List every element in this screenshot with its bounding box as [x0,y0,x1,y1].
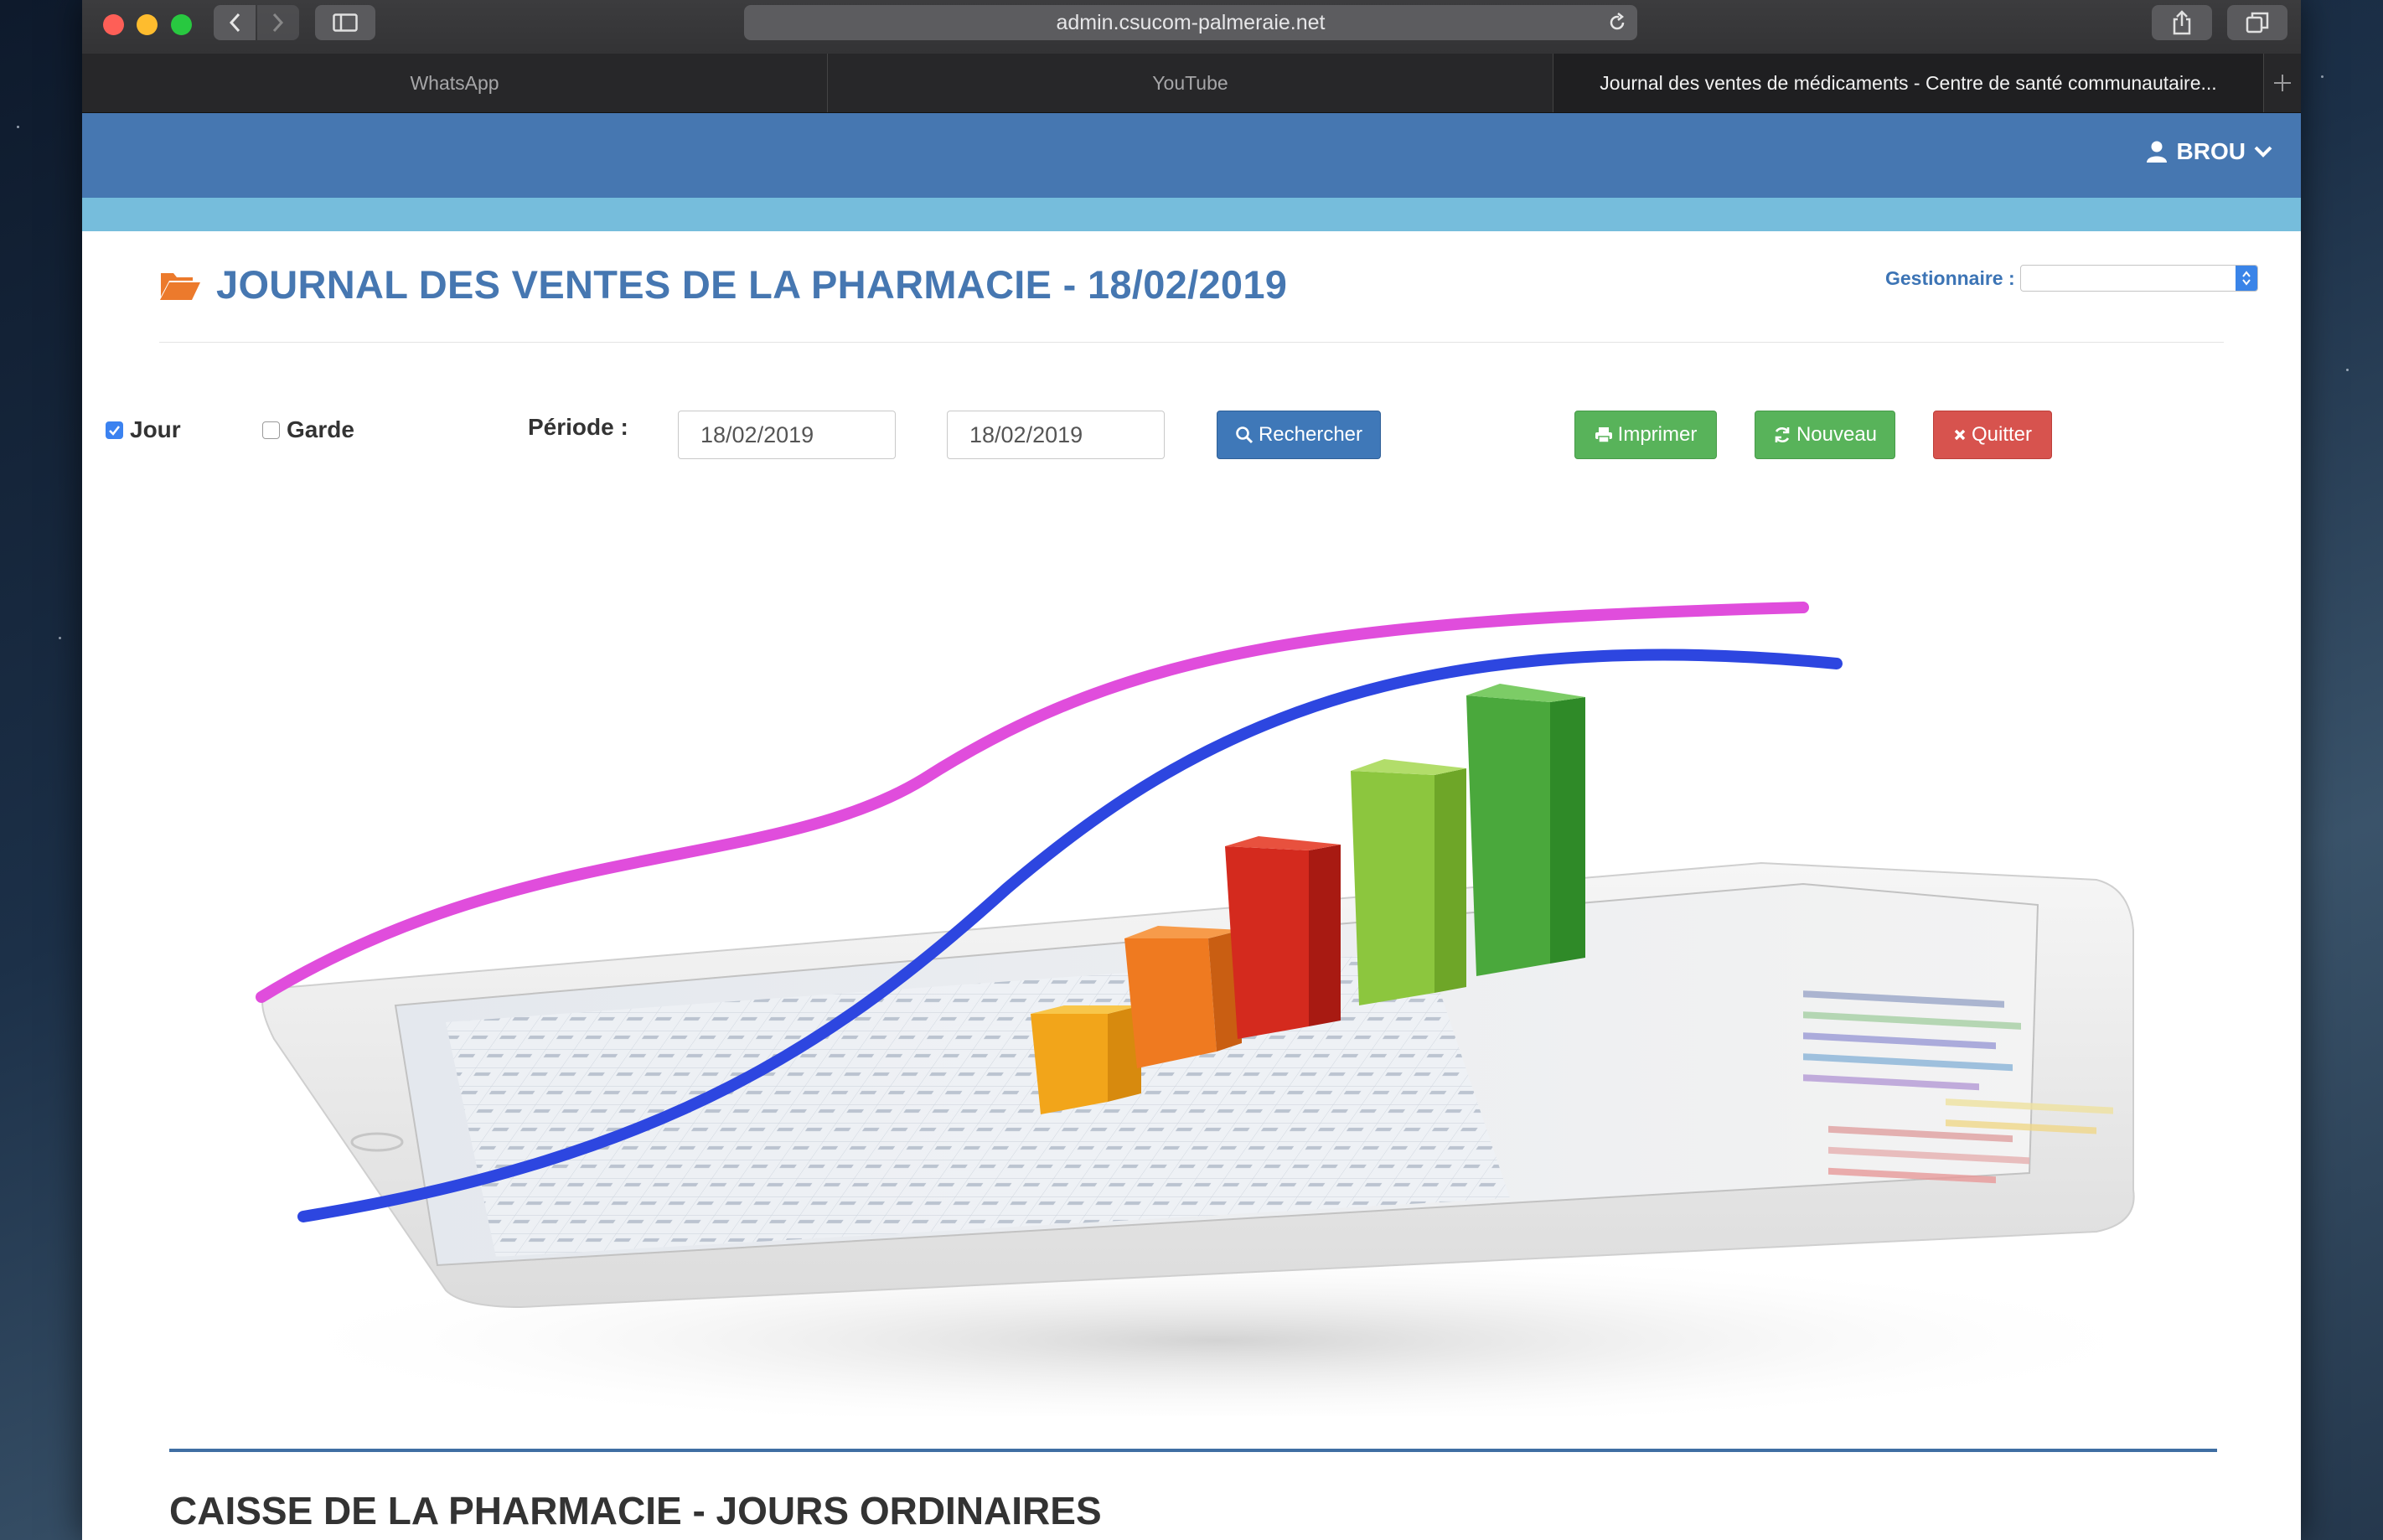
bar-orange [1124,926,1242,1068]
garde-label: Garde [287,416,354,442]
tab-youtube[interactable]: YouTube [828,54,1553,112]
jour-label: Jour [130,416,181,442]
chevron-left-icon [229,13,240,33]
new-tab-button[interactable] [2264,54,2301,112]
sidebar-toggle-button[interactable] [315,5,375,40]
url-text: admin.csucom-palmeraie.net [1056,10,1326,34]
reload-icon[interactable] [1607,13,1627,33]
checkmark-icon [109,425,120,436]
desktop-background [2346,369,2349,371]
header-accent-band [82,198,2301,231]
chevron-right-icon [272,13,284,33]
plus-icon [2274,75,2291,91]
back-button[interactable] [214,5,256,40]
sales-illustration [169,570,2217,1416]
bar-red [1225,836,1341,1039]
section-divider [169,1449,2217,1452]
page-title-text: JOURNAL DES VENTES DE LA PHARMACIE - 18/… [216,262,1288,307]
gestionnaire-select[interactable] [2019,265,2258,292]
address-bar[interactable]: admin.csucom-palmeraie.net [744,5,1637,40]
browser-window: admin.csucom-palmeraie.net WhatsApp YouT… [82,0,2301,1540]
jour-checkbox[interactable] [106,421,123,439]
tab-journal[interactable]: Journal des ventes de médicaments - Cent… [1553,54,2264,112]
new-button-label: Nouveau [1796,423,1878,446]
bar-green [1466,684,1585,976]
site-header [82,113,2301,198]
close-icon [1954,429,1966,441]
search-icon [1236,426,1254,444]
user-menu[interactable]: BROU [2145,138,2272,165]
gestionnaire-filter: Gestionnaire : [1885,265,2258,292]
date-to-input[interactable]: 18/02/2019 [947,411,1165,459]
tab-whatsapp[interactable]: WhatsApp [82,54,828,112]
tabs-icon [2246,12,2269,34]
periode-label: Période : [528,414,628,440]
user-icon [2146,141,2167,163]
share-icon [2173,10,2191,35]
quit-button[interactable]: Quitter [1933,411,2052,459]
tab-bar: WhatsApp YouTube Journal des ventes de m… [82,54,2301,113]
close-window-button[interactable] [103,14,124,35]
desktop-background [2321,75,2324,78]
search-button-label: Rechercher [1258,423,1363,446]
print-button-label: Imprimer [1617,423,1698,446]
zoom-window-button[interactable] [171,14,192,35]
print-button[interactable]: Imprimer [1574,411,1717,459]
print-icon [1595,427,1612,443]
bar-light-green [1351,759,1466,1005]
select-arrows-icon [2235,266,2257,291]
desktop-background [17,126,19,128]
user-name: BROU [2176,138,2246,164]
new-button[interactable]: Nouveau [1755,411,1895,459]
gestionnaire-label: Gestionnaire : [1885,266,2015,289]
garde-checkbox[interactable] [262,421,280,439]
quit-button-label: Quitter [1971,423,2033,446]
folder-open-icon [160,272,200,300]
desktop-background [59,637,61,639]
browser-toolbar: admin.csucom-palmeraie.net [82,0,2301,54]
title-divider [159,342,2224,343]
date-from-input[interactable]: 18/02/2019 [678,411,896,459]
search-button[interactable]: Rechercher [1217,411,1381,459]
chevron-down-icon [2254,146,2272,158]
jour-checkbox-group[interactable]: Jour [106,416,181,443]
section-title: CAISSE DE LA PHARMACIE - JOURS ORDINAIRE… [169,1489,1102,1532]
share-button[interactable] [2152,5,2212,40]
page-title: JOURNAL DES VENTES DE LA PHARMACIE - 18/… [159,261,1287,307]
sidebar-icon [333,13,358,32]
refresh-icon [1775,427,1790,442]
garde-checkbox-group[interactable]: Garde [262,416,354,443]
minimize-window-button[interactable] [137,14,158,35]
forward-button[interactable] [257,5,299,40]
tabs-overview-button[interactable] [2227,5,2287,40]
